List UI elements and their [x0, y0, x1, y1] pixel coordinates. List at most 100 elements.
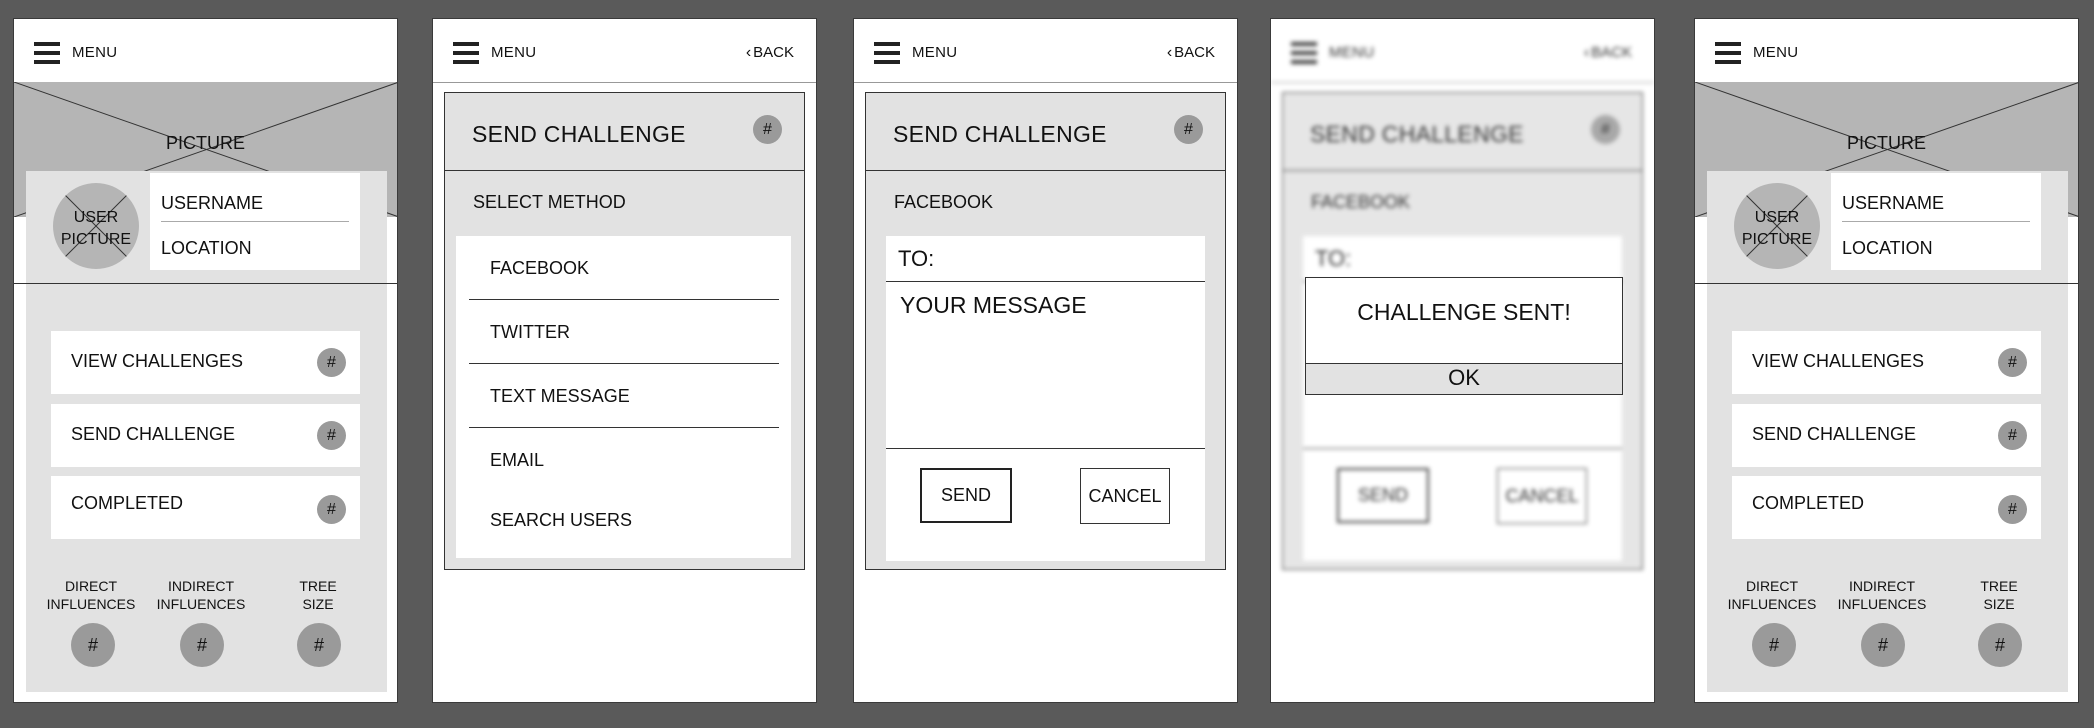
- back-label: BACK: [1174, 44, 1215, 61]
- home-screen: MENU PICTURE USER PICTURE USERNAME LOCAT…: [13, 18, 398, 703]
- chevron-left-icon: ‹: [1166, 44, 1173, 61]
- menu-label[interactable]: MENU: [1753, 44, 1798, 61]
- dialog-message: CHALLENGE SENT!: [1357, 299, 1571, 325]
- profile-panel: USER PICTURE USERNAME LOCATION VIEW CHAL…: [14, 171, 397, 692]
- completed-label: COMPLETED: [71, 493, 184, 513]
- divider: [1695, 283, 2078, 284]
- picture-label: PICTURE: [165, 133, 245, 153]
- send-challenge-panel: SEND CHALLENGE # FACEBOOK TO: YOUR MESSA…: [865, 92, 1226, 570]
- user-picture-label: USER PICTURE: [1741, 209, 1813, 248]
- back-button[interactable]: ‹ BACK: [746, 44, 794, 62]
- count-badge: #: [317, 421, 346, 450]
- menu-label[interactable]: MENU: [72, 44, 117, 61]
- method-text-message[interactable]: TEXT MESSAGE: [469, 364, 779, 428]
- cancel-button: CANCEL: [1497, 468, 1587, 524]
- menu-label[interactable]: MENU: [491, 44, 536, 61]
- send-button: SEND: [1337, 468, 1429, 523]
- method-list: FACEBOOK TWITTER TEXT MESSAGE EMAIL SEAR…: [456, 236, 791, 558]
- menu-label[interactable]: MENU: [912, 44, 957, 61]
- username: USERNAME: [161, 193, 264, 213]
- message-placeholder: YOUR MESSAGE: [900, 292, 1087, 318]
- method-email[interactable]: EMAIL: [469, 428, 779, 492]
- panel-header: SEND CHALLENGE #: [866, 93, 1225, 171]
- count-badge: #: [1998, 421, 2027, 450]
- chevron-left-icon: ‹: [1583, 44, 1590, 61]
- compose-form: TO: YOUR MESSAGE SEND CANCEL: [886, 236, 1205, 561]
- top-bar: MENU: [1695, 19, 2078, 83]
- divider: [1842, 221, 2030, 222]
- selected-method: FACEBOOK: [1311, 192, 1411, 212]
- completed-label: COMPLETED: [1752, 493, 1865, 513]
- back-button: ‹ BACK: [1584, 44, 1632, 62]
- count-badge: #: [317, 348, 346, 377]
- to-field: TO:: [1303, 236, 1622, 282]
- method-search-users[interactable]: SEARCH USERS: [469, 492, 779, 556]
- completed-button[interactable]: COMPLETED #: [1732, 476, 2041, 539]
- top-bar: MENU ‹ BACK: [1271, 19, 1654, 83]
- ok-button[interactable]: OK: [1305, 363, 1623, 395]
- hamburger-menu-icon: [1291, 42, 1317, 64]
- send-challenge-label: SEND CHALLENGE: [71, 424, 236, 444]
- panel-title: SEND CHALLENGE: [472, 121, 686, 147]
- tree-size-label: TREE SIZE: [1980, 578, 2018, 612]
- panel-header: SEND CHALLENGE #: [445, 93, 804, 171]
- view-challenges-label: VIEW CHALLENGES: [71, 351, 244, 371]
- profile-panel: USER PICTURE USERNAME LOCATION VIEW CHAL…: [1695, 171, 2078, 692]
- menu-label: MENU: [1329, 44, 1375, 61]
- count-badge: #: [317, 495, 346, 524]
- top-bar: MENU ‹ BACK: [854, 19, 1237, 83]
- tree-size-label: TREE SIZE: [299, 578, 337, 612]
- divider: [161, 221, 349, 222]
- confirmation-screen: MENU ‹ BACK SEND CHALLENGE # FACEBOOK TO:…: [1270, 18, 1655, 703]
- home-screen-return: MENU PICTURE USER PICTURE USERNAME LOCAT…: [1694, 18, 2079, 703]
- count-badge: #: [1998, 495, 2027, 524]
- to-label: TO:: [1315, 246, 1352, 271]
- hamburger-menu-icon[interactable]: [34, 42, 60, 64]
- count-badge: #: [1998, 348, 2027, 377]
- hamburger-menu-icon[interactable]: [1715, 42, 1741, 64]
- chevron-left-icon: ‹: [745, 44, 752, 61]
- indirect-influences-value: #: [1861, 623, 1905, 667]
- cancel-button[interactable]: CANCEL: [1080, 468, 1170, 524]
- select-method-screen: MENU ‹ BACK SEND CHALLENGE # SELECT METHO…: [432, 18, 817, 703]
- challenge-sent-dialog: CHALLENGE SENT! OK: [1305, 277, 1623, 395]
- user-picture-avatar: USER PICTURE: [1734, 183, 1820, 269]
- indirect-influences-value: #: [180, 623, 224, 667]
- view-challenges-button[interactable]: VIEW CHALLENGES #: [1732, 331, 2041, 394]
- direct-influences-label: DIRECT INFLUENCES: [1727, 578, 1817, 612]
- direct-influences-value: #: [1752, 623, 1796, 667]
- send-challenge-label: SEND CHALLENGE: [1752, 424, 1917, 444]
- to-label: TO:: [898, 246, 935, 271]
- send-challenge-button[interactable]: SEND CHALLENGE #: [1732, 404, 2041, 467]
- count-badge: #: [1591, 115, 1620, 144]
- view-challenges-label: VIEW CHALLENGES: [1752, 351, 1925, 371]
- selected-method: FACEBOOK: [894, 192, 994, 212]
- tree-size-value: #: [297, 623, 341, 667]
- completed-button[interactable]: COMPLETED #: [51, 476, 360, 539]
- user-picture-label: USER PICTURE: [60, 209, 132, 248]
- select-method-heading: SELECT METHOD: [473, 192, 626, 212]
- hamburger-menu-icon[interactable]: [453, 42, 479, 64]
- location: LOCATION: [161, 238, 252, 258]
- count-badge: #: [753, 115, 782, 144]
- panel-title: SEND CHALLENGE: [893, 121, 1107, 147]
- back-button[interactable]: ‹ BACK: [1167, 44, 1215, 62]
- username: USERNAME: [1842, 193, 1945, 213]
- direct-influences-value: #: [71, 623, 115, 667]
- user-info-box: USERNAME LOCATION: [1831, 173, 2041, 270]
- back-label: BACK: [1591, 44, 1632, 61]
- count-badge: #: [1174, 115, 1203, 144]
- hamburger-menu-icon[interactable]: [874, 42, 900, 64]
- to-field[interactable]: TO:: [886, 236, 1205, 282]
- location: LOCATION: [1842, 238, 1933, 258]
- method-label: SEARCH USERS: [490, 510, 633, 530]
- divider: [14, 283, 397, 284]
- send-button[interactable]: SEND: [920, 468, 1012, 523]
- direct-influences-label: DIRECT INFLUENCES: [46, 578, 136, 612]
- method-twitter[interactable]: TWITTER: [469, 300, 779, 364]
- send-challenge-button[interactable]: SEND CHALLENGE #: [51, 404, 360, 467]
- method-facebook[interactable]: FACEBOOK: [469, 236, 779, 300]
- message-field[interactable]: YOUR MESSAGE: [886, 282, 1205, 449]
- method-label: EMAIL: [490, 450, 545, 470]
- view-challenges-button[interactable]: VIEW CHALLENGES #: [51, 331, 360, 394]
